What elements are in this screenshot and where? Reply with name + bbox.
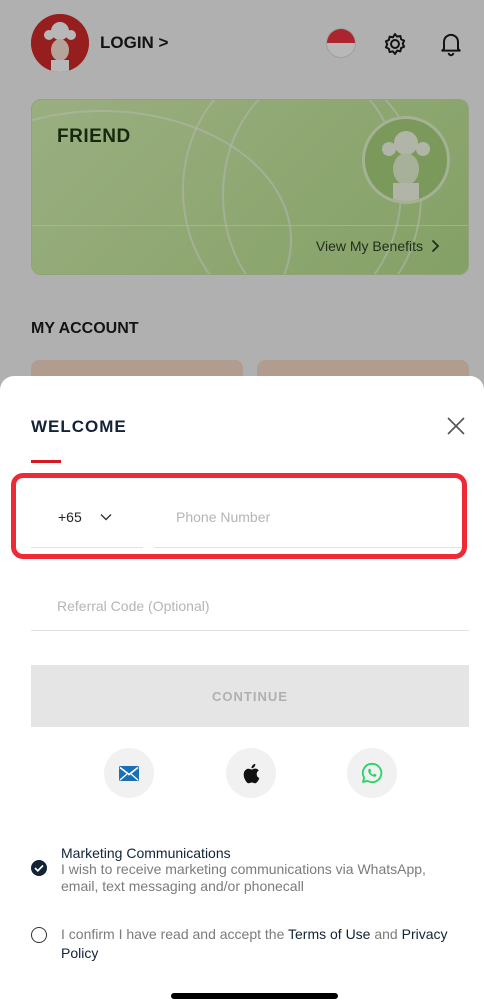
marketing-text: Marketing Communications I wish to recei… (61, 845, 461, 895)
marketing-consent-row[interactable]: Marketing Communications I wish to recei… (31, 845, 461, 895)
checkmark-icon (34, 864, 44, 872)
title-underline (31, 460, 61, 463)
referral-code-input[interactable] (31, 581, 469, 631)
home-indicator (171, 993, 338, 999)
terms-and: and (374, 926, 398, 942)
login-bottom-sheet: WELCOME +65 CONTINUE (0, 376, 484, 1003)
marketing-description: I wish to receive marketing communicatio… (61, 861, 426, 894)
terms-prefix: I confirm I have read and accept the (61, 926, 285, 942)
country-code-select[interactable]: +65 (31, 486, 143, 548)
marketing-title: Marketing Communications (61, 845, 231, 861)
sheet-title: WELCOME (31, 417, 127, 436)
email-login-button[interactable] (104, 748, 154, 798)
terms-consent-row[interactable]: I confirm I have read and accept the Ter… (31, 925, 461, 963)
terms-checkbox[interactable] (31, 927, 47, 943)
apple-login-button[interactable] (226, 748, 276, 798)
phone-number-input[interactable] (154, 486, 462, 548)
close-icon[interactable] (446, 416, 466, 436)
apple-icon (243, 763, 260, 783)
terms-text: I confirm I have read and accept the Ter… (61, 925, 461, 963)
country-code-value: +65 (58, 508, 82, 525)
whatsapp-icon (361, 762, 383, 784)
terms-of-use-link[interactable]: Terms of Use (288, 926, 370, 942)
phone-row: +65 (31, 486, 469, 548)
chevron-down-icon (100, 513, 112, 520)
continue-button[interactable]: CONTINUE (31, 665, 469, 727)
whatsapp-login-button[interactable] (347, 748, 397, 798)
marketing-checkbox[interactable] (31, 860, 47, 876)
mail-icon (119, 765, 139, 781)
